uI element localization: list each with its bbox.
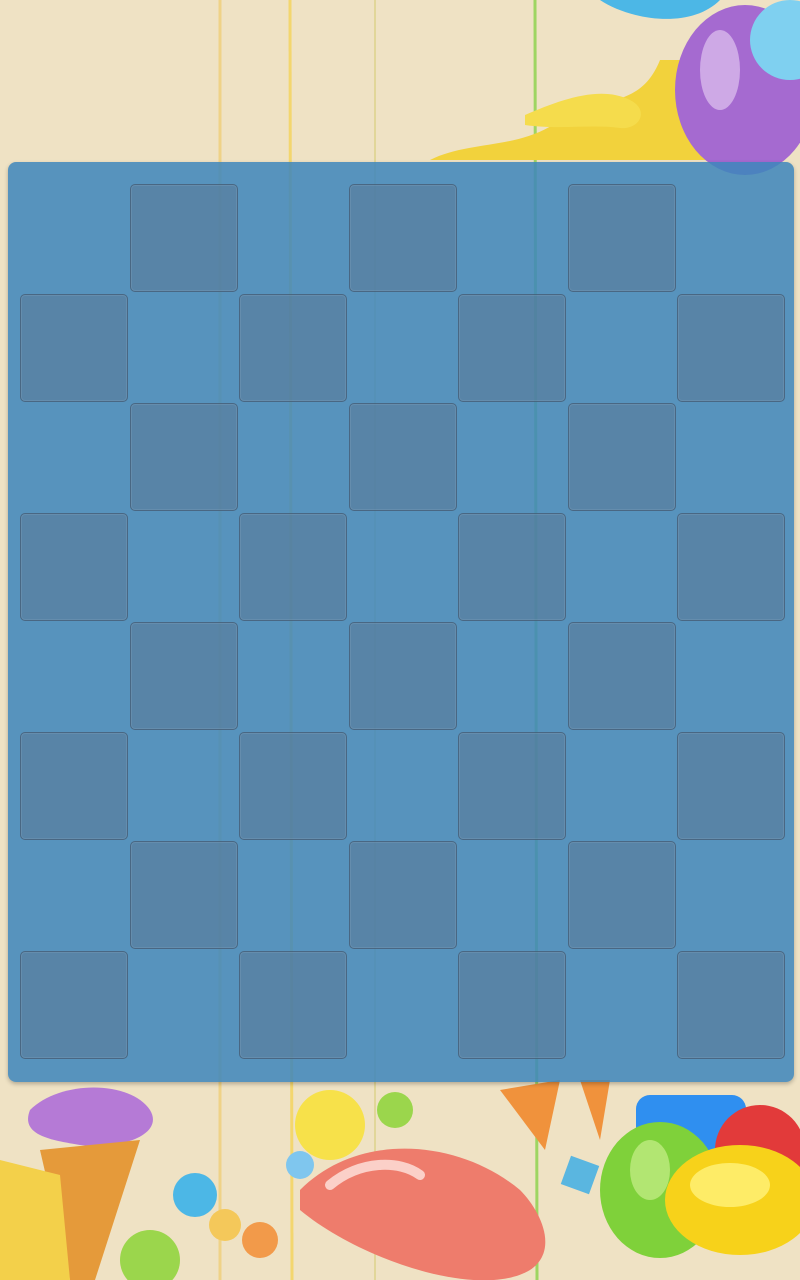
- game-board: [8, 162, 794, 1082]
- board-cell[interactable]: [349, 622, 457, 730]
- board-cell[interactable]: [130, 184, 238, 292]
- board-cell[interactable]: [677, 732, 785, 840]
- board-cell[interactable]: [20, 513, 128, 621]
- board-cell[interactable]: [130, 841, 238, 949]
- board-cell[interactable]: [458, 513, 566, 621]
- board-cell[interactable]: [20, 294, 128, 402]
- board-cell[interactable]: [130, 622, 238, 730]
- board-cell[interactable]: [239, 513, 347, 621]
- board-cell[interactable]: [568, 403, 676, 511]
- board-cell[interactable]: [349, 184, 457, 292]
- board-cell[interactable]: [20, 732, 128, 840]
- board-cell[interactable]: [349, 403, 457, 511]
- board-cell[interactable]: [239, 951, 347, 1059]
- board-cell[interactable]: [458, 951, 566, 1059]
- board-cell[interactable]: [677, 513, 785, 621]
- board-cell[interactable]: [568, 184, 676, 292]
- board-cell[interactable]: [677, 294, 785, 402]
- board-cell[interactable]: [349, 841, 457, 949]
- board-cell[interactable]: [677, 951, 785, 1059]
- board-cell[interactable]: [458, 732, 566, 840]
- board-cell[interactable]: [20, 951, 128, 1059]
- board-cell[interactable]: [130, 403, 238, 511]
- board-cell[interactable]: [239, 294, 347, 402]
- board-cell[interactable]: [239, 732, 347, 840]
- board-cell[interactable]: [458, 294, 566, 402]
- board-cell[interactable]: [568, 841, 676, 949]
- board-cell[interactable]: [568, 622, 676, 730]
